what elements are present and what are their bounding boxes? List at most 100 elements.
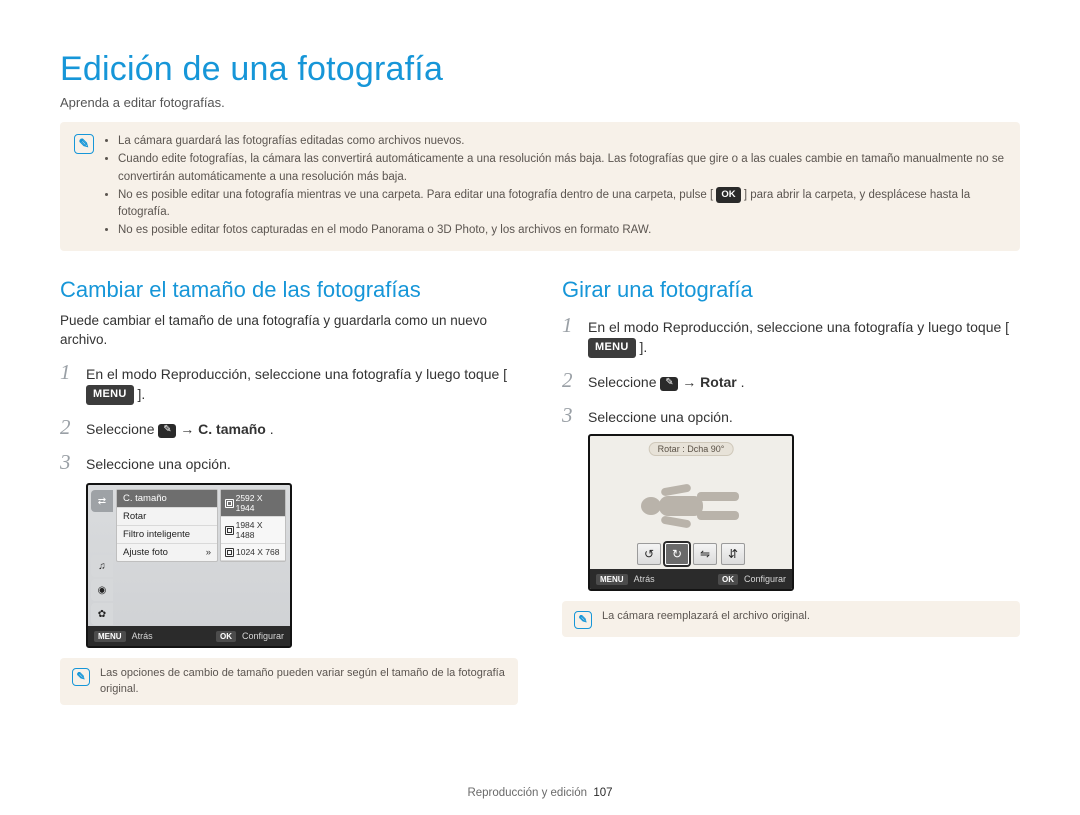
page-subtitle: Aprenda a editar fotografías. <box>60 95 1020 110</box>
rotate-button-row: ↺ ↻ ⇋ ⇵ <box>637 543 745 565</box>
resize-intro: Puede cambiar el tamaño de una fotografí… <box>60 311 518 350</box>
rotate-right-button[interactable]: ↻ <box>665 543 689 565</box>
gear-icon[interactable]: ✿ <box>91 603 113 625</box>
note-icon: ✎ <box>574 611 592 629</box>
left-icon-rail: ⇄ ♫ ◉ ✿ <box>88 485 116 626</box>
music-icon[interactable]: ♫ <box>91 555 113 577</box>
text: . <box>741 374 745 390</box>
flip-horizontal-button[interactable]: ⇋ <box>693 543 717 565</box>
menu-item[interactable]: Rotar <box>117 508 217 526</box>
menu-item-label: Ajuste foto <box>123 547 168 558</box>
step-number: 3 <box>60 450 78 475</box>
footer-section: Reproducción y edición <box>467 787 587 799</box>
step-text: Seleccione ✎ → Rotar . <box>588 372 745 392</box>
ok-label: Configurar <box>242 631 284 641</box>
size-option-label: 1984 X 1488 <box>236 520 281 540</box>
ok-label: Configurar <box>744 574 786 584</box>
note-item: La cámara guardará las fotografías edita… <box>118 133 1004 150</box>
step-text: Seleccione una opción. <box>588 407 733 427</box>
edit-icon: ✎ <box>660 377 678 391</box>
menu-button-label: MENU <box>588 338 636 358</box>
screenshot-footer: MENU Atrás OK Configurar <box>590 569 792 589</box>
screenshot-footer: MENU Atrás OK Configurar <box>88 626 290 646</box>
left-column: Cambiar el tamaño de las fotografías Pue… <box>60 277 518 705</box>
back-label: Atrás <box>634 574 655 584</box>
text: → <box>180 421 198 437</box>
step-number: 1 <box>562 313 580 338</box>
ok-tag: OK <box>216 631 236 642</box>
rotate-left-button[interactable]: ↺ <box>637 543 661 565</box>
menu-item[interactable]: Ajuste foto » <box>117 544 217 561</box>
chevron-right-icon: » <box>206 547 211 558</box>
menu-path-target: C. tamaño <box>198 421 266 437</box>
camera-screenshot-rotate: Rotar : Dcha 90° ↺ <box>588 434 794 591</box>
menu-tag: MENU <box>596 574 628 585</box>
rotate-label-pill: Rotar : Dcha 90° <box>649 442 734 456</box>
size-option[interactable]: 1024 X 768 <box>221 544 285 561</box>
size-icon <box>225 526 234 535</box>
note-icon: ✎ <box>72 668 90 686</box>
camera-icon[interactable]: ◉ <box>91 579 113 601</box>
main-note-box: ✎ La cámara guardará las fotografías edi… <box>60 122 1020 251</box>
menu-item[interactable]: Filtro inteligente <box>117 526 217 544</box>
text: En el modo Reproducción, seleccione una … <box>588 319 1009 335</box>
menu-item[interactable]: C. tamaño <box>117 490 217 508</box>
step-2: 2 Seleccione ✎ → C. tamaño . <box>60 415 518 440</box>
swap-icon[interactable]: ⇄ <box>91 490 113 512</box>
size-option-label: 1024 X 768 <box>236 547 279 557</box>
step-number: 2 <box>562 368 580 393</box>
flip-vertical-button[interactable]: ⇵ <box>721 543 745 565</box>
text: . <box>270 421 274 437</box>
section-title-resize: Cambiar el tamaño de las fotografías <box>60 277 518 303</box>
note-item: No es posible editar fotos capturadas en… <box>118 222 1004 239</box>
note-text: No es posible editar una fotografía mien… <box>118 189 713 201</box>
step-3: 3 Seleccione una opción. <box>60 450 518 475</box>
main-note-list: La cámara guardará las fotografías edita… <box>106 132 1004 241</box>
step-text: En el modo Reproducción, seleccione una … <box>86 364 518 406</box>
two-column-layout: Cambiar el tamaño de las fotografías Pue… <box>60 277 1020 705</box>
page-title: Edición de una fotografía <box>60 50 1020 89</box>
text: ]. <box>137 386 145 402</box>
note-item: No es posible editar una fotografía mien… <box>118 187 1004 222</box>
resize-note-text: Las opciones de cambio de tamaño pueden … <box>100 666 506 697</box>
size-icon <box>225 499 234 508</box>
step-3: 3 Seleccione una opción. <box>562 403 1020 428</box>
step-2: 2 Seleccione ✎ → Rotar . <box>562 368 1020 393</box>
ok-button-label: OK <box>716 187 740 203</box>
step-number: 1 <box>60 360 78 385</box>
step-1: 1 En el modo Reproducción, seleccione un… <box>562 313 1020 359</box>
ok-tag: OK <box>718 574 738 585</box>
menu-button-label: MENU <box>86 385 134 405</box>
person-silhouette <box>631 482 751 530</box>
size-option[interactable]: 1984 X 1488 <box>221 517 285 544</box>
size-option-label: 2592 X 1944 <box>236 493 281 513</box>
rotate-note-text: La cámara reemplazará el archivo origina… <box>602 609 810 624</box>
resize-note-box: ✎ Las opciones de cambio de tamaño puede… <box>60 658 518 705</box>
section-title-rotate: Girar una fotografía <box>562 277 1020 303</box>
step-1: 1 En el modo Reproducción, seleccione un… <box>60 360 518 406</box>
note-icon: ✎ <box>74 134 94 154</box>
manual-page: Edición de una fotografía Aprenda a edit… <box>0 0 1080 815</box>
step-text: Seleccione una opción. <box>86 454 231 474</box>
note-item: Cuando edite fotografías, la cámara las … <box>118 151 1004 186</box>
step-text: En el modo Reproducción, seleccione una … <box>588 317 1020 359</box>
edit-icon: ✎ <box>158 424 176 438</box>
size-icon <box>225 548 234 557</box>
size-option[interactable]: 2592 X 1944 <box>221 490 285 517</box>
menu-tag: MENU <box>94 631 126 642</box>
camera-screenshot-resize: ⇄ ♫ ◉ ✿ C. tamaño Rotar Filtro inteligen… <box>86 483 292 648</box>
back-label: Atrás <box>132 631 153 641</box>
size-options-list: 2592 X 1944 1984 X 1488 1024 X 768 <box>220 489 286 562</box>
page-footer: Reproducción y edición 107 <box>0 787 1080 799</box>
menu-list: C. tamaño Rotar Filtro inteligente Ajust… <box>116 489 218 562</box>
step-text: Seleccione ✎ → C. tamaño . <box>86 419 274 439</box>
text: ]. <box>639 339 647 355</box>
rotate-note-box: ✎ La cámara reemplazará el archivo origi… <box>562 601 1020 637</box>
step-number: 2 <box>60 415 78 440</box>
right-column: Girar una fotografía 1 En el modo Reprod… <box>562 277 1020 705</box>
text: Seleccione <box>86 421 158 437</box>
page-number: 107 <box>593 787 612 799</box>
text: En el modo Reproducción, seleccione una … <box>86 366 507 382</box>
text: → <box>682 374 700 390</box>
text: Seleccione <box>588 374 660 390</box>
